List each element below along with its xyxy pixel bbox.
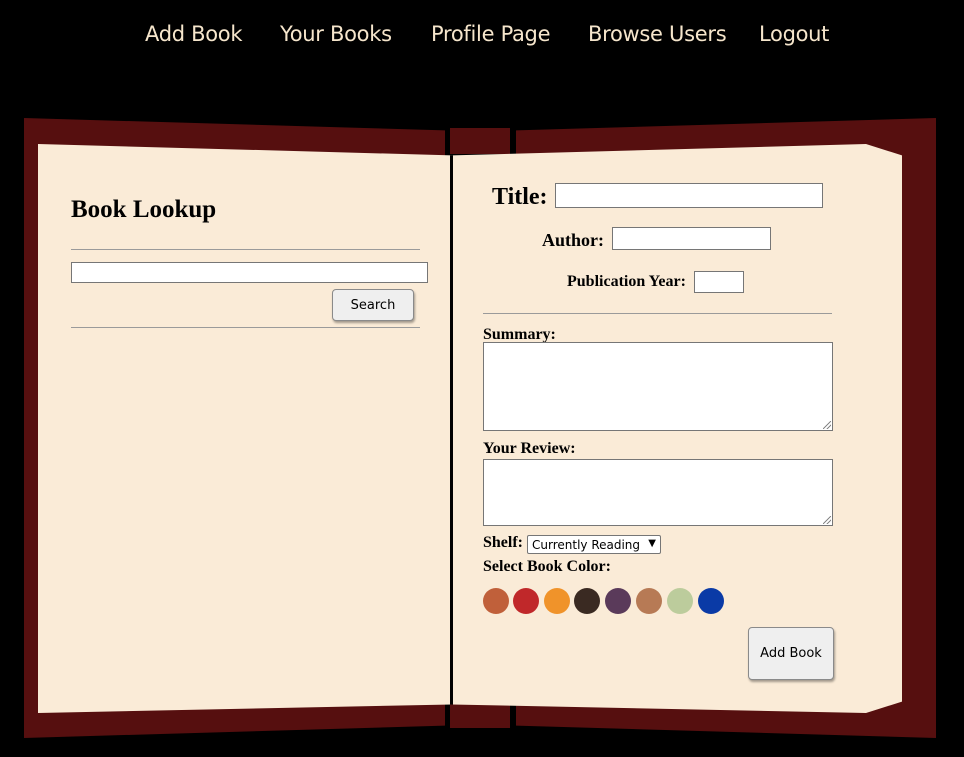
review-label: Your Review: [483, 440, 576, 457]
select-color-label: Select Book Color: [483, 558, 611, 575]
divider [483, 313, 832, 314]
book-search-input[interactable] [71, 262, 428, 283]
title-label: Title: [492, 184, 548, 210]
divider [71, 249, 420, 250]
color-swatch[interactable] [544, 588, 570, 614]
publication-year-input[interactable] [694, 271, 744, 293]
shelf-label: Shelf: [483, 534, 523, 551]
page-edge [866, 144, 902, 713]
author-label: Author: [542, 230, 604, 250]
book-lookup-heading: Book Lookup [71, 196, 217, 223]
color-swatch[interactable] [574, 588, 600, 614]
resize-grip-icon[interactable] [823, 421, 831, 429]
nav-your-books[interactable]: Your Books [280, 22, 392, 46]
book-spine-top [450, 128, 510, 154]
shelf-select[interactable]: Currently Reading ▼ [527, 535, 661, 554]
color-swatch[interactable] [483, 588, 509, 614]
resize-grip-icon[interactable] [823, 516, 831, 524]
publication-year-label: Publication Year: [567, 273, 686, 290]
nav-logout[interactable]: Logout [759, 22, 829, 46]
color-swatch[interactable] [667, 588, 693, 614]
shelf-selected-value: Currently Reading [532, 537, 641, 552]
review-textarea[interactable] [483, 459, 833, 526]
book-spine-bottom [450, 702, 510, 728]
color-swatch[interactable] [636, 588, 662, 614]
left-page [38, 144, 452, 713]
nav-browse-users[interactable]: Browse Users [588, 22, 727, 46]
chevron-down-icon: ▼ [648, 538, 656, 549]
search-button[interactable]: Search [332, 289, 414, 321]
nav-add-book[interactable]: Add Book [145, 22, 243, 46]
title-input[interactable] [555, 183, 823, 208]
color-swatch[interactable] [698, 588, 724, 614]
author-input[interactable] [612, 227, 771, 250]
nav-profile-page[interactable]: Profile Page [431, 22, 551, 46]
add-book-button[interactable]: Add Book [748, 627, 834, 680]
summary-textarea[interactable] [483, 342, 833, 431]
divider [71, 327, 420, 328]
color-swatch[interactable] [605, 588, 631, 614]
top-nav: Add Book Your Books Profile Page Browse … [0, 0, 964, 72]
color-swatch[interactable] [513, 588, 539, 614]
